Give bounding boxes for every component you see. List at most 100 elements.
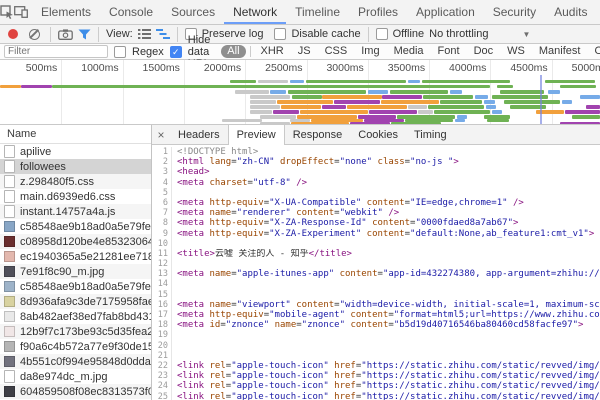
request-row-ec1940365a5e21281ee71856[interactable]: ec1940365a5e21281ee71856... <box>0 249 151 264</box>
preview-code-view[interactable]: 1<!DOCTYPE html>2<html lang="zh-CN" drop… <box>152 145 600 400</box>
request-row-f90a6c4b572a77e9f30de153[interactable]: f90a6c4b572a77e9f30de153... <box>0 339 151 354</box>
request-row-apilive[interactable]: apilive <box>0 144 151 159</box>
filter-input[interactable] <box>4 45 108 58</box>
waterfall-bar <box>290 80 304 83</box>
waterfall-bar <box>291 122 349 125</box>
timeline-tick-label: 2000ms <box>204 62 245 74</box>
tab-profiles[interactable]: Profiles <box>349 0 407 24</box>
network-overview-waterfall[interactable]: 500ms1000ms1500ms2000ms2500ms3000ms3500m… <box>0 60 600 125</box>
request-row-z-298480f5-css[interactable]: z.298480f5.css <box>0 174 151 189</box>
request-row-604859508f08ec8313573f0e7[interactable]: 604859508f08ec8313573f0e7 <box>0 384 151 399</box>
request-name: da8e974dc_m.jpg <box>20 371 107 383</box>
close-icon[interactable]: × <box>152 125 170 144</box>
tab-sources[interactable]: Sources <box>162 0 224 24</box>
line-number: 7 <box>152 208 172 218</box>
tab-network[interactable]: Network <box>224 0 286 24</box>
disable-cache-label[interactable]: Disable cache <box>291 28 360 40</box>
request-row-12b9f7c173be93c5d35fea2d[interactable]: 12b9f7c173be93c5d35fea2d... <box>0 324 151 339</box>
filter-type-js[interactable]: JS <box>292 45 317 58</box>
tab-timeline[interactable]: Timeline <box>286 0 349 24</box>
request-row-da8e974dc-m-jpg[interactable]: da8e974dc_m.jpg <box>0 369 151 384</box>
request-row-8ab482aef38ed7fab8bd4314[interactable]: 8ab482aef38ed7fab8bd4314... <box>0 309 151 324</box>
tab-console[interactable]: Console <box>100 0 162 24</box>
record-button[interactable] <box>8 29 18 39</box>
image-thumbnail-icon <box>4 281 15 292</box>
tab-application[interactable]: Application <box>407 0 484 24</box>
timeline-gridline <box>123 60 124 124</box>
filter-type-manifest[interactable]: Manifest <box>533 45 587 58</box>
filter-type-media[interactable]: Media <box>388 45 430 58</box>
document-icon <box>4 190 15 203</box>
filter-type-ws[interactable]: WS <box>501 45 531 58</box>
tab-audits[interactable]: Audits <box>545 0 596 24</box>
view-waterfall-icon[interactable] <box>156 29 170 39</box>
disable-cache-checkbox[interactable] <box>274 28 286 40</box>
request-row-c58548ae9b18ad0a5e79fe4e[interactable]: c58548ae9b18ad0a5e79fe4e... <box>0 279 151 294</box>
filter-type-xhr[interactable]: XHR <box>255 45 290 58</box>
throttling-value: No throttling <box>429 28 488 40</box>
inspect-element-icon[interactable] <box>0 0 14 24</box>
waterfall-bar <box>258 80 288 83</box>
line-number: 18 <box>152 320 172 330</box>
screenshot-capture-icon[interactable] <box>58 29 73 40</box>
waterfall-bar <box>565 110 600 114</box>
detail-tab-cookies[interactable]: Cookies <box>350 125 406 144</box>
request-row-4b551c0f994e95848d0dda09[interactable]: 4b551c0f994e95848d0dda09... <box>0 354 151 369</box>
detail-tab-headers[interactable]: Headers <box>170 125 228 144</box>
waterfall-bar <box>572 115 600 119</box>
code-line: 15 <box>152 290 600 300</box>
filter-type-font[interactable]: Font <box>432 45 466 58</box>
view-list-icon[interactable] <box>138 29 151 39</box>
device-toolbar-icon[interactable] <box>14 0 28 24</box>
waterfall-bar <box>450 90 462 94</box>
tab-elements[interactable]: Elements <box>32 0 100 24</box>
waterfall-bar <box>0 85 21 88</box>
divider <box>177 27 178 42</box>
filter-type-doc[interactable]: Doc <box>468 45 500 58</box>
regex-label[interactable]: Regex <box>132 46 164 58</box>
document-icon <box>4 145 15 158</box>
filter-type-css[interactable]: CSS <box>319 45 354 58</box>
line-number: 5 <box>152 188 172 198</box>
clear-button[interactable] <box>29 29 40 40</box>
filter-type-other[interactable]: Other <box>588 45 600 58</box>
request-row-c58548ae9b18ad0a5e79fe4e[interactable]: c58548ae9b18ad0a5e79fe4e... <box>0 219 151 234</box>
hide-data-urls-checkbox[interactable]: ✓ <box>170 46 182 58</box>
request-row-main-d6939ed6-css[interactable]: main.d6939ed6.css <box>0 189 151 204</box>
image-thumbnail-icon <box>4 356 15 367</box>
code-text: <meta name="renderer" content="webkit" /… <box>177 208 399 218</box>
waterfall-bar <box>484 100 495 104</box>
request-row-instant-14757a4a-js[interactable]: instant.14757a4a.js <box>0 204 151 219</box>
filter-type-img[interactable]: Img <box>355 45 385 58</box>
detail-tab-preview[interactable]: Preview <box>228 125 285 145</box>
request-row-c08958d120be4e853230649[interactable]: c08958d120be4e853230649... <box>0 234 151 249</box>
waterfall-bar <box>250 105 280 109</box>
throttling-dropdown[interactable]: No throttling ▼ <box>429 28 530 40</box>
request-list-header[interactable]: Name <box>0 125 151 144</box>
request-list: apilivefolloweesz.298480f5.cssmain.d6939… <box>0 144 151 399</box>
detail-tabbar: × HeadersPreviewResponseCookiesTiming <box>152 125 600 145</box>
line-number: 1 <box>152 147 172 157</box>
regex-checkbox[interactable] <box>114 46 126 58</box>
waterfall-bar <box>288 90 366 94</box>
detail-tab-response[interactable]: Response <box>285 125 351 144</box>
code-text: <meta name="viewport" content="width=dev… <box>177 300 600 310</box>
detail-tab-timing[interactable]: Timing <box>406 125 455 144</box>
request-row-7e91f8c90-m-jpg[interactable]: 7e91f8c90_m.jpg <box>0 264 151 279</box>
offline-label[interactable]: Offline <box>393 28 425 40</box>
filter-type-all[interactable]: All <box>221 45 245 58</box>
request-row-8d936afa9c3de7175958fae5[interactable]: 8d936afa9c3de7175958fae5... <box>0 294 151 309</box>
line-number: 22 <box>152 361 172 371</box>
line-number: 24 <box>152 381 172 391</box>
devtools-tabbar: ElementsConsoleSourcesNetworkTimelinePro… <box>0 0 600 25</box>
waterfall-bar <box>292 95 322 99</box>
code-text: <html lang="zh-CN" dropEffect="none" cla… <box>177 157 459 167</box>
line-number: 20 <box>152 341 172 351</box>
tab-security[interactable]: Security <box>484 0 545 24</box>
request-name: 8d936afa9c3de7175958fae5... <box>20 296 151 308</box>
image-thumbnail-icon <box>4 236 15 247</box>
tab-adblock-plus[interactable]: Adblock Plus <box>596 0 600 24</box>
request-row-followees[interactable]: followees <box>0 159 151 174</box>
offline-checkbox[interactable] <box>376 28 388 40</box>
filter-toggle-icon[interactable] <box>78 29 91 40</box>
